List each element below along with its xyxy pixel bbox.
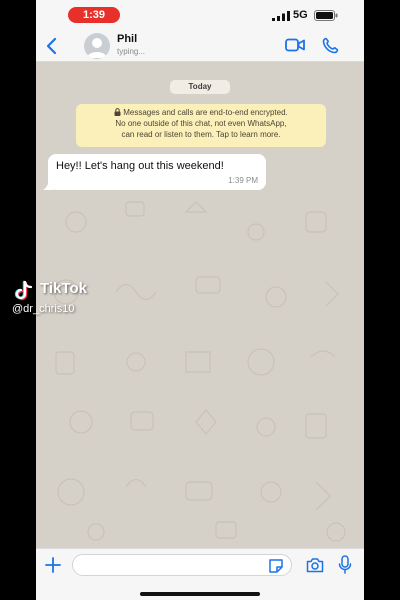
video-call-icon[interactable] xyxy=(285,38,305,52)
status-bar: 1:39 5G xyxy=(36,0,364,30)
battery-icon xyxy=(314,10,338,21)
tiktok-handle: @dr_chris10 xyxy=(12,303,75,315)
default-avatar-icon xyxy=(87,38,107,58)
date-divider: Today xyxy=(170,80,230,94)
home-indicator[interactable] xyxy=(140,592,260,596)
phone-call-icon[interactable] xyxy=(322,37,339,54)
incoming-message-bubble[interactable]: Hey!! Let's hang out this weekend! 1:39 … xyxy=(43,154,266,190)
encryption-notice-line1: Messages and calls are end-to-end encryp… xyxy=(76,107,326,118)
plus-icon[interactable] xyxy=(45,557,61,573)
microphone-icon[interactable] xyxy=(338,555,352,574)
contact-avatar[interactable] xyxy=(84,33,110,59)
message-input-bar xyxy=(36,548,364,600)
chat-header: Phil typing... xyxy=(36,30,364,62)
sticker-icon[interactable] xyxy=(268,558,284,573)
network-type: 5G xyxy=(293,9,308,21)
contact-name[interactable]: Phil xyxy=(117,33,137,45)
lock-icon xyxy=(114,108,121,116)
contact-typing-status: typing... xyxy=(117,47,146,56)
message-text: Hey!! Let's hang out this weekend! xyxy=(56,160,224,172)
camera-icon[interactable] xyxy=(306,557,324,573)
encryption-notice-text-1: Messages and calls are end-to-end encryp… xyxy=(123,108,288,117)
encryption-notice-line2: No one outside of this chat, not even Wh… xyxy=(115,119,287,128)
back-chevron-icon[interactable] xyxy=(44,37,58,55)
tiktok-logo-icon xyxy=(14,280,33,301)
encryption-notice[interactable]: Messages and calls are end-to-end encryp… xyxy=(76,104,326,147)
signal-strength-icon xyxy=(272,11,290,21)
tiktok-watermark: TikTok @dr_chris10 xyxy=(12,278,122,320)
bubble-tail xyxy=(43,178,53,190)
message-input[interactable] xyxy=(72,554,292,576)
encryption-notice-line3: can read or listen to them. Tap to learn… xyxy=(121,130,281,139)
tiktok-brand: TikTok xyxy=(40,280,87,297)
status-time: 1:39 xyxy=(68,7,120,23)
message-timestamp: 1:39 PM xyxy=(228,176,258,185)
